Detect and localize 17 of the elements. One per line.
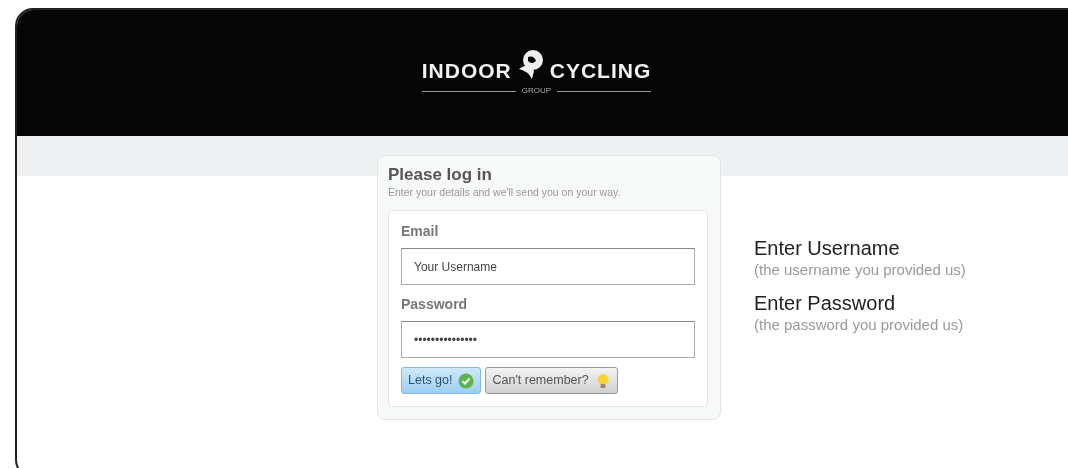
forgot-button[interactable]: Can't remember? <box>485 367 618 395</box>
logo-text: INDOOR <box>421 60 512 81</box>
hint-title: Enter Username <box>754 237 901 259</box>
input-field[interactable]: ••••••••••••••• <box>401 321 695 359</box>
hint-text: (the username you provided us) <box>754 260 966 280</box>
field-label: Email <box>401 222 440 242</box>
login-title: Please log in <box>388 166 493 185</box>
input-field[interactable]: Your Username <box>401 248 695 286</box>
submit-button[interactable]: Lets go! <box>401 367 482 395</box>
logo-subtitle: GROUP <box>521 85 552 97</box>
logo-text: CYCLING <box>549 60 652 81</box>
lightbulb-icon <box>594 372 611 389</box>
login-subtitle: Enter your details and we'll send you on your way. <box>388 184 622 200</box>
check-icon <box>458 372 475 389</box>
hint-title: Enter Password <box>754 291 897 314</box>
hint-text: (the password you provided us) <box>754 314 965 335</box>
field-label: Password <box>401 295 469 315</box>
